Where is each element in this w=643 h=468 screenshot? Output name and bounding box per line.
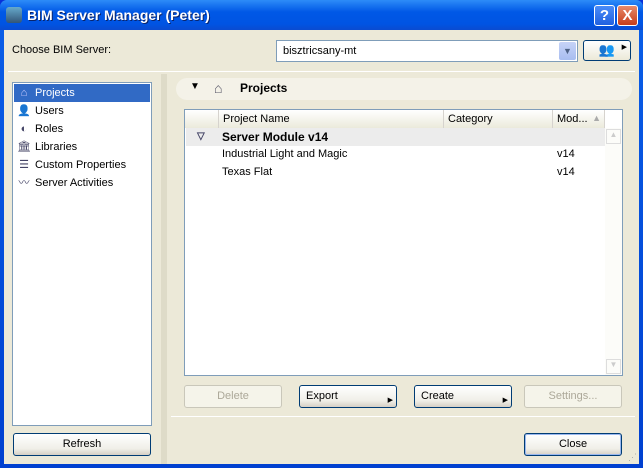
export-button[interactable]: Export ▶: [299, 385, 397, 408]
choose-server-label: Choose BIM Server:: [12, 44, 112, 56]
sidebar-item-roles[interactable]: ◐ Roles: [14, 120, 150, 138]
resize-grip-icon[interactable]: ⋰: [628, 452, 637, 463]
server-users-menu-button[interactable]: 👥 ▶: [583, 40, 631, 61]
sidebar-item-label: Libraries: [35, 141, 78, 153]
export-label: Export: [306, 390, 338, 402]
collapse-triangle-icon[interactable]: ▼: [190, 81, 200, 92]
refresh-button[interactable]: Refresh: [13, 433, 151, 456]
scroll-down-icon[interactable]: ▼: [606, 359, 621, 374]
settings-button[interactable]: Settings...: [524, 385, 622, 408]
expand-triangle-icon[interactable]: ▽: [197, 131, 205, 142]
create-label: Create: [421, 390, 455, 402]
activity-icon: 〰: [18, 177, 30, 189]
sort-ascending-icon: ▲: [592, 113, 601, 123]
sidebar-item-label: Server Activities: [35, 177, 114, 189]
divider: [171, 416, 635, 417]
divider: [8, 71, 635, 72]
sidebar-list: ⌂ Projects 👤 Users ◐ Roles 🏛 Libraries ☰ Cust…: [12, 82, 152, 426]
dialog-body: Choose BIM Server: bisztricsany-mt ▼ 👥 ▶ …: [4, 30, 639, 464]
roles-icon: ◐: [20, 123, 28, 135]
menu-arrow-icon: ▶: [502, 397, 508, 404]
sidebar-item-label: Roles: [35, 123, 64, 135]
close-window-button[interactable]: X: [617, 5, 638, 26]
sidebar-item-projects[interactable]: ⌂ Projects: [14, 84, 150, 102]
delete-button[interactable]: Delete: [184, 385, 282, 408]
sidebar-item-custom-properties[interactable]: ☰ Custom Properties: [14, 156, 150, 174]
column-header-blank: [185, 110, 219, 128]
sidebar-item-server-activities[interactable]: 〰 Server Activities: [14, 174, 150, 192]
group-title: Server Module v14: [222, 130, 329, 144]
server-select-value: bisztricsany-mt: [283, 45, 357, 57]
library-icon: 🏛: [17, 141, 31, 153]
house-icon: ⌂: [20, 87, 28, 99]
title-bar: BIM Server Manager (Peter) ? X: [0, 0, 643, 30]
users-group-icon: 👥: [598, 42, 616, 57]
column-header-module[interactable]: Mod... ▲: [553, 110, 605, 128]
house-icon: ⌂: [214, 80, 223, 96]
menu-arrow-icon: ▶: [387, 397, 393, 404]
sidebar-item-label: Users: [35, 105, 64, 117]
close-button[interactable]: Close: [524, 433, 622, 456]
section-title: Projects: [240, 81, 288, 95]
bim-server-manager-window: BIM Server Manager (Peter) ? X Choose BI…: [0, 0, 643, 468]
column-header-module-label: Mod...: [557, 113, 588, 125]
window-title: BIM Server Manager (Peter): [27, 7, 210, 23]
table-row[interactable]: Industrial Light and Magic v14: [222, 148, 607, 166]
column-header-project-name[interactable]: Project Name: [219, 110, 444, 128]
project-module: v14: [557, 148, 575, 160]
column-header-category[interactable]: Category: [444, 110, 553, 128]
create-button[interactable]: Create ▶: [414, 385, 512, 408]
user-icon: 👤: [17, 105, 31, 117]
project-name: Texas Flat: [222, 166, 273, 178]
table-row[interactable]: Texas Flat v14: [222, 166, 607, 184]
project-module: v14: [557, 166, 575, 178]
chevron-down-icon[interactable]: ▼: [559, 42, 576, 60]
splitter[interactable]: [161, 74, 167, 464]
scroll-up-icon[interactable]: ▲: [606, 129, 621, 144]
sidebar-item-label: Projects: [35, 87, 75, 99]
section-header[interactable]: ▼ ⌂ Projects: [176, 78, 632, 100]
server-select[interactable]: bisztricsany-mt ▼: [276, 40, 578, 62]
projects-table: Project Name Category Mod... ▲ ▽ Server M…: [184, 109, 623, 376]
menu-arrow-icon: ▶: [621, 44, 627, 51]
project-name: Industrial Light and Magic: [222, 148, 348, 160]
group-row[interactable]: ▽ Server Module v14: [186, 128, 606, 146]
vertical-scrollbar[interactable]: ▲ ▼: [605, 128, 622, 375]
sidebar-item-libraries[interactable]: 🏛 Libraries: [14, 138, 150, 156]
app-icon: [6, 7, 22, 23]
properties-icon: ☰: [19, 159, 29, 171]
sidebar-item-label: Custom Properties: [35, 159, 127, 171]
help-button[interactable]: ?: [594, 5, 615, 26]
sidebar-item-users[interactable]: 👤 Users: [14, 102, 150, 120]
